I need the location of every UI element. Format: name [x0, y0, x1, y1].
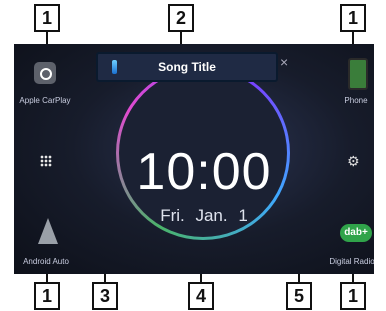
callout-1-top-left: 1	[34, 4, 60, 32]
gear-icon[interactable]: ⚙	[347, 154, 361, 168]
android-auto-label: Android Auto	[23, 257, 69, 266]
callout-1-top-right: 1	[340, 4, 366, 32]
android-auto-icon[interactable]	[38, 218, 58, 244]
grid-menu-icon[interactable]	[40, 155, 52, 167]
clock-time: 10:00	[136, 143, 272, 201]
callout-line-1-tl	[46, 30, 48, 44]
carplay-label: Apple CarPlay	[19, 96, 71, 105]
callout-1-bottom-right: 1	[340, 282, 366, 310]
carplay-icon[interactable]	[34, 62, 56, 84]
clock-date: Fri. Jan. 1	[160, 206, 248, 225]
dab-icon[interactable]: dab+	[340, 224, 372, 242]
digital-radio-label: Digital Radio	[329, 257, 374, 266]
callout-2: 2	[168, 4, 194, 32]
home-screen: Song Title × 10:00 Fri. Jan. 1 Apple Car…	[14, 44, 374, 274]
source-indicator-icon	[112, 60, 117, 74]
callout-5: 5	[286, 282, 312, 310]
phone-label: Phone	[344, 96, 368, 105]
song-title: Song Title	[158, 60, 216, 74]
now-playing-bar[interactable]: Song Title	[96, 52, 278, 82]
callout-1-bottom-left: 1	[34, 282, 60, 310]
callout-4: 4	[188, 282, 214, 310]
phone-icon[interactable]	[348, 58, 368, 90]
callout-line-1-tr	[352, 30, 354, 44]
callout-3: 3	[92, 282, 118, 310]
close-icon[interactable]: ×	[280, 54, 288, 70]
